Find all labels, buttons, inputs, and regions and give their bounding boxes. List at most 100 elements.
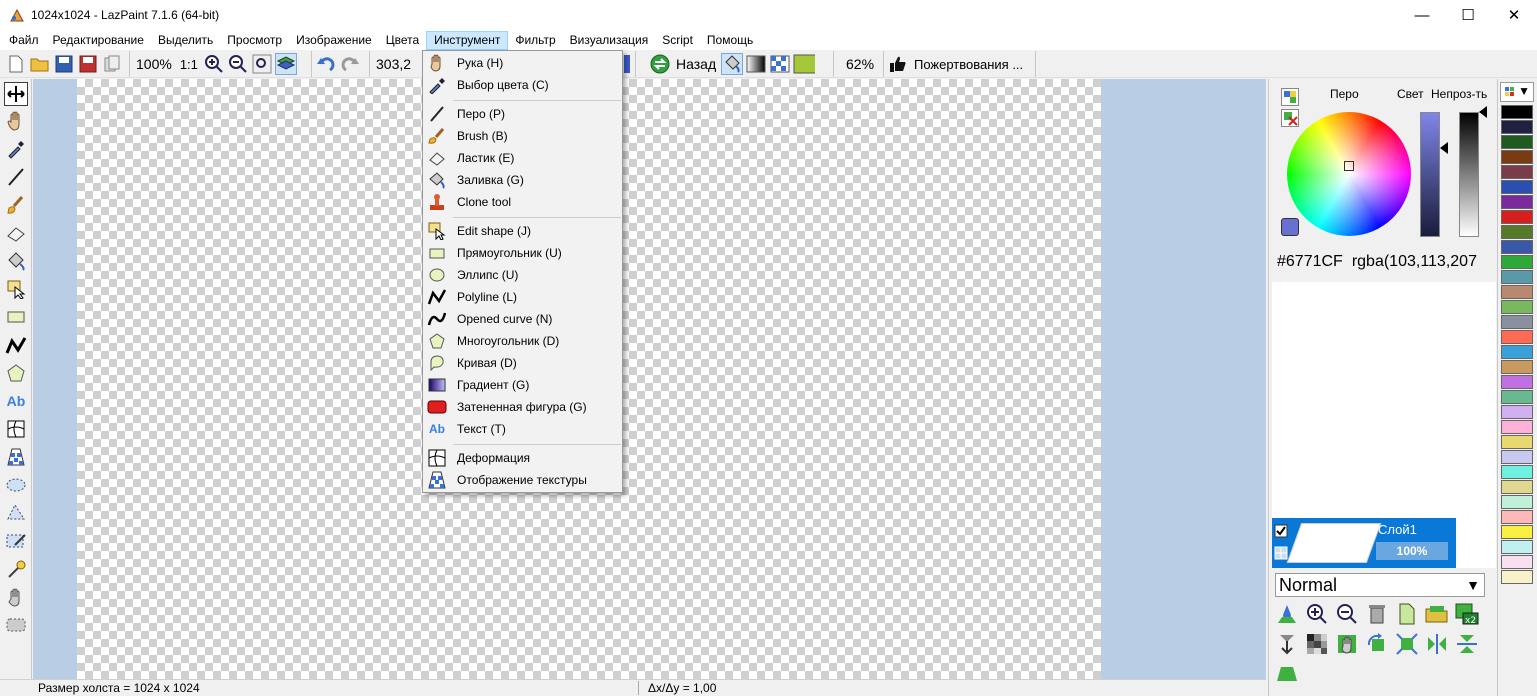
swap-colors-icon[interactable] xyxy=(1281,88,1299,106)
zoom-fit-icon[interactable] xyxy=(251,53,273,75)
palette-swatch[interactable] xyxy=(1501,105,1533,119)
palette-swatch[interactable] xyxy=(1501,120,1533,134)
back-button[interactable]: Назад xyxy=(672,56,720,72)
menu-item-deformation[interactable]: Деформация xyxy=(423,447,622,469)
palette-swatch[interactable] xyxy=(1501,255,1533,269)
opacity-pointer-icon[interactable] xyxy=(1479,106,1487,118)
donate-button[interactable]: Пожертвования ... xyxy=(910,57,1027,72)
menu-item-polygon[interactable]: Многоугольник (D) xyxy=(423,330,622,352)
menu-filter[interactable]: Фильтр xyxy=(508,31,562,50)
flip-horizontal-icon[interactable] xyxy=(1425,632,1449,656)
layer-opacity-bar[interactable]: 100% xyxy=(1376,542,1448,560)
copy-page-icon[interactable] xyxy=(101,53,123,75)
deformation-tool-icon[interactable] xyxy=(4,417,28,441)
menu-item-opened-curve[interactable]: Opened curve (N) xyxy=(423,308,622,330)
polyline-tool-icon[interactable] xyxy=(4,333,28,357)
hand-select-icon[interactable] xyxy=(4,585,28,609)
palette-swatch[interactable] xyxy=(1501,210,1533,224)
fill-tool-icon[interactable] xyxy=(4,249,28,273)
palette-swatch[interactable] xyxy=(1501,135,1533,149)
hex-color[interactable]: #6771CF xyxy=(1277,253,1343,270)
color-wheel-cursor[interactable] xyxy=(1344,161,1354,171)
brush-tool-icon[interactable] xyxy=(4,193,28,217)
swap-icon[interactable] xyxy=(649,53,671,75)
palette-swatch[interactable] xyxy=(1501,285,1533,299)
menu-item-polyline[interactable]: Polyline (L) xyxy=(423,286,622,308)
minimize-button[interactable]: — xyxy=(1399,0,1445,30)
hand-tool-icon[interactable] xyxy=(4,109,28,133)
move-selection-icon[interactable] xyxy=(4,82,28,106)
opacity-slider[interactable] xyxy=(1459,112,1479,237)
palette-swatch[interactable] xyxy=(1501,180,1533,194)
layer-visible-checkbox-icon[interactable] xyxy=(1274,524,1288,538)
palette-swatch[interactable] xyxy=(1501,360,1533,374)
palette-swatch[interactable] xyxy=(1501,315,1533,329)
delete-layer-icon[interactable] xyxy=(1365,602,1389,626)
menu-colors[interactable]: Цвета xyxy=(379,31,426,50)
eraser-tool-icon[interactable] xyxy=(4,221,28,245)
new-file-icon[interactable] xyxy=(5,53,27,75)
palette-swatch[interactable] xyxy=(1501,150,1533,164)
texture-fill-icon[interactable] xyxy=(769,53,791,75)
lightness-pointer-icon[interactable] xyxy=(1440,142,1448,154)
fill-bucket-icon[interactable] xyxy=(721,53,744,75)
current-color-swatch[interactable] xyxy=(1281,218,1299,236)
palette-swatch[interactable] xyxy=(1501,195,1533,209)
menu-item-pen[interactable]: Перо (P) xyxy=(423,103,622,125)
menu-select[interactable]: Выделить xyxy=(151,31,220,50)
solid-color-swatch-icon[interactable] xyxy=(793,53,816,75)
fit-layer-icon[interactable] xyxy=(1395,632,1419,656)
palette-swatch[interactable] xyxy=(1501,390,1533,404)
palette-swatch[interactable] xyxy=(1501,225,1533,239)
text-tool-icon[interactable]: Ab xyxy=(4,389,28,413)
save-icon[interactable] xyxy=(53,53,75,75)
zoom-out-icon[interactable] xyxy=(227,53,249,75)
zoom-layer-in-icon[interactable] xyxy=(1305,602,1329,626)
zoom-in-icon[interactable] xyxy=(203,53,225,75)
layer-grid-icon[interactable] xyxy=(1274,546,1288,560)
palette-swatch[interactable] xyxy=(1501,345,1533,359)
menu-item-brush[interactable]: Brush (B) xyxy=(423,125,622,147)
palette-swatch[interactable] xyxy=(1501,450,1533,464)
menu-render[interactable]: Визуализация xyxy=(563,31,656,50)
undo-icon[interactable] xyxy=(315,53,337,75)
menu-item-rectangle[interactable]: Прямоугольник (U) xyxy=(423,242,622,264)
redo-icon[interactable] xyxy=(339,53,361,75)
menu-item-fill[interactable]: Заливка (G) xyxy=(423,169,622,191)
layer-folder-icon[interactable] xyxy=(1425,602,1449,626)
menu-item-edit-shape[interactable]: Edit shape (J) xyxy=(423,220,622,242)
palette-swatch[interactable] xyxy=(1501,510,1533,524)
palette-swatch[interactable] xyxy=(1501,405,1533,419)
rotate-select-icon[interactable] xyxy=(4,613,28,637)
palette-swatch[interactable] xyxy=(1501,420,1533,434)
layers-stack-icon[interactable] xyxy=(274,53,297,75)
flip-vertical-icon[interactable] xyxy=(1455,632,1479,656)
menu-item-shaded-shape[interactable]: Затененная фигура (G) xyxy=(423,396,622,418)
rgba-color[interactable]: rgba(103,113,207 xyxy=(1352,253,1477,270)
palette-swatch[interactable] xyxy=(1501,525,1533,539)
menu-edit[interactable]: Редактирование xyxy=(46,31,151,50)
palette-swatch[interactable] xyxy=(1501,300,1533,314)
menu-item-closed-curve[interactable]: Кривая (D) xyxy=(423,352,622,374)
menu-item-eraser[interactable]: Ластик (E) xyxy=(423,147,622,169)
layer-thumbnail[interactable] xyxy=(1286,523,1382,563)
save-as-icon[interactable] xyxy=(77,53,99,75)
gradient-fill-icon[interactable] xyxy=(745,53,767,75)
reset-colors-icon[interactable] xyxy=(1281,109,1299,127)
menu-item-gradient[interactable]: Градиент (G) xyxy=(423,374,622,396)
zoom-layer-out-icon[interactable] xyxy=(1335,602,1359,626)
menu-image[interactable]: Изображение xyxy=(289,31,379,50)
canvas-viewport[interactable] xyxy=(33,79,1266,679)
polygon-tool-icon[interactable] xyxy=(4,361,28,385)
rotate-layer-icon[interactable] xyxy=(1365,632,1389,656)
close-button[interactable]: ✕ xyxy=(1491,0,1537,30)
palette-swatch[interactable] xyxy=(1501,330,1533,344)
open-folder-icon[interactable] xyxy=(29,53,51,75)
palette-swatch[interactable] xyxy=(1501,570,1533,584)
maximize-button[interactable]: ☐ xyxy=(1445,0,1491,30)
layer-name[interactable]: Слой1 xyxy=(1378,522,1417,537)
ellipse-select-icon[interactable] xyxy=(4,473,28,497)
select-pen-icon[interactable] xyxy=(4,529,28,553)
palette-swatch[interactable] xyxy=(1501,375,1533,389)
rectangle-tool-icon[interactable] xyxy=(4,305,28,329)
